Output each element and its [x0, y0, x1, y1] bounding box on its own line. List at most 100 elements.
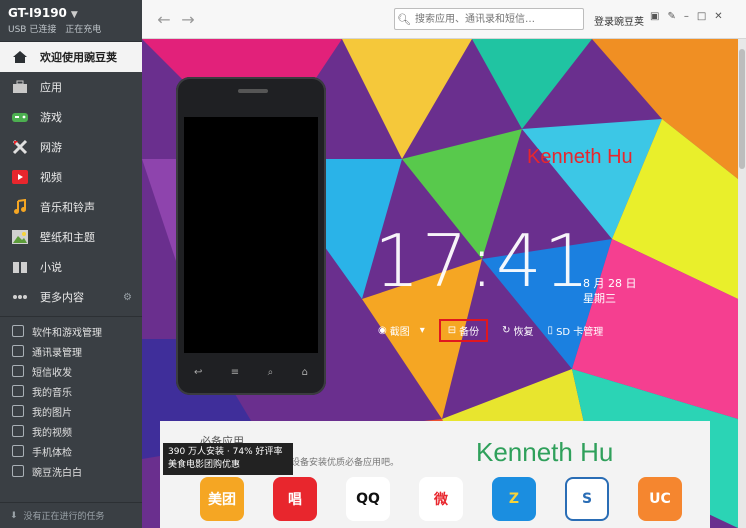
nav-label: 壁纸和主题 [40, 231, 95, 244]
task-status-bar[interactable]: ⬇ 没有正在进行的任务 [0, 502, 142, 528]
nav-item-music[interactable]: 音乐和铃声 [0, 192, 142, 222]
backup-button[interactable]: ⊟ 备份 [438, 319, 489, 342]
sidebar: GT-I9190 ▼ USB 已连接 正在充电 欢迎使用豌豆荚 应用 游戏 网游… [0, 0, 142, 528]
uc-browser-icon[interactable]: UC [638, 477, 682, 521]
app-icon-row: 美团 唱 QQ 微 Z S UC [200, 477, 682, 521]
nav-item-games[interactable]: 游戏 [0, 102, 142, 132]
restore-button[interactable]: ↻ 恢复 [502, 323, 533, 338]
zhangyue-icon[interactable]: Z [492, 477, 536, 521]
maximize-icon[interactable]: □ [697, 11, 706, 22]
tool-item-contacts[interactable]: 通讯录管理 [0, 341, 142, 361]
main-panel: Kenneth Hu 17:41 8 月 28 日 星期三 ↩ ≡ ⌕ ⌂ ◉ 截… [142, 39, 738, 528]
search-input[interactable] [413, 12, 582, 26]
back-key-icon: ↩ [194, 367, 203, 378]
device-name[interactable]: GT-I9190 ▼ [8, 6, 134, 20]
tool-label: 我的图片 [32, 407, 72, 419]
nav-item-more[interactable]: 更多内容 ⚙ [0, 282, 142, 312]
device-status: USB 已连接 正在充电 [8, 22, 134, 35]
sidebar-divider [0, 316, 142, 317]
nav-label: 小说 [40, 261, 62, 274]
nav-label: 更多内容 [40, 291, 84, 304]
scrollbar-thumb[interactable] [739, 49, 745, 169]
lockscreen-clock: 17:41 [374, 219, 592, 303]
lockscreen-date: 8 月 28 日 [583, 277, 637, 290]
tools-list: 软件和游戏管理 通讯录管理 短信收发 我的音乐 我的图片 我的视频 手机体检 豌… [0, 321, 142, 481]
device-header[interactable]: GT-I9190 ▼ USB 已连接 正在充电 [0, 0, 142, 42]
panel-subtitle: 的设备安装优质必备应用吧。 [282, 458, 400, 468]
tool-item-videos[interactable]: 我的视频 [0, 421, 142, 441]
search-box[interactable]: 🔍︎ [394, 8, 584, 30]
message-icon [12, 365, 24, 377]
feedback-icon[interactable]: ▣ [650, 11, 659, 22]
chevron-down-icon[interactable]: ▾ [420, 325, 425, 336]
picture-icon [10, 228, 30, 246]
panel-owner-name: Kenneth Hu [476, 437, 614, 467]
device-actions: ◉ 截图 ▾ ⊟ 备份 ↻ 恢复 ▯ SD 卡管理 [378, 319, 617, 342]
search-key-icon: ⌕ [267, 367, 274, 378]
download-icon: ⬇ [10, 510, 18, 521]
nav-item-welcome[interactable]: 欢迎使用豌豆荚 [0, 42, 142, 72]
wallpaper-owner-name: Kenneth Hu [527, 146, 633, 168]
tool-item-sms[interactable]: 短信收发 [0, 361, 142, 381]
nav-label: 音乐和铃声 [40, 201, 95, 214]
sd-card-button[interactable]: ▯ SD 卡管理 [548, 323, 604, 338]
tasks-label: 没有正在进行的任务 [23, 512, 105, 522]
chevron-down-icon[interactable]: ▼ [71, 10, 78, 20]
phone-preview: ↩ ≡ ⌕ ⌂ [176, 77, 326, 395]
lockscreen-weekday: 星期三 [583, 292, 616, 305]
search-icon: 🔍︎ [397, 12, 411, 26]
main-nav: 欢迎使用豌豆荚 应用 游戏 网游 视频 音乐和铃声 壁纸和主题 小说 更多内容 … [0, 42, 142, 312]
close-icon[interactable]: ✕ [714, 11, 722, 22]
phone-screen [184, 117, 318, 353]
charge-status: 正在充电 [65, 25, 102, 35]
more-dots-icon [10, 288, 30, 306]
forward-arrow-icon[interactable]: → [178, 10, 198, 29]
tool-item-clean[interactable]: 豌豆洗白白 [0, 461, 142, 481]
gear-icon[interactable]: ⚙ [123, 292, 132, 303]
top-toolbar: ← → 🔍︎ 登录豌豆荚 ▣ ✎ – □ ✕ [142, 0, 746, 39]
sd-card-icon: ▯ [547, 325, 554, 336]
wrench-icon[interactable]: ✎ [667, 11, 675, 22]
briefcase-icon [10, 78, 30, 96]
camera-icon: ◉ [378, 325, 387, 336]
home-key-icon: ⌂ [301, 367, 308, 378]
screenshot-button[interactable]: ◉ 截图 ▾ [378, 323, 425, 338]
nav-label: 视频 [40, 171, 62, 184]
tool-item-checkup[interactable]: 手机体检 [0, 441, 142, 461]
tool-item-music[interactable]: 我的音乐 [0, 381, 142, 401]
nav-item-video[interactable]: 视频 [0, 162, 142, 192]
contacts-icon [12, 345, 24, 357]
nav-label: 网游 [40, 141, 62, 154]
login-link[interactable]: 登录豌豆荚 [594, 13, 644, 28]
security-icon[interactable]: S [565, 477, 609, 521]
weibo-icon[interactable]: 微 [419, 477, 463, 521]
tool-label: 通讯录管理 [32, 347, 82, 359]
nav-item-apps[interactable]: 应用 [0, 72, 142, 102]
back-arrow-icon[interactable]: ← [154, 10, 174, 29]
main-scrollbar[interactable] [738, 39, 746, 528]
tool-label: 手机体检 [32, 447, 72, 459]
changba-icon[interactable]: 唱 [273, 477, 317, 521]
essential-apps-panel: 必备应用 的设备安装优质必备应用吧。 Kenneth Hu 390 万人安装 ·… [160, 421, 710, 528]
gamepad-icon [10, 108, 30, 126]
nav-item-online-games[interactable]: 网游 [0, 132, 142, 162]
nav-item-wallpaper[interactable]: 壁纸和主题 [0, 222, 142, 252]
play-icon [10, 168, 30, 186]
tool-label: 我的视频 [32, 427, 72, 439]
phone-keys: ↩ ≡ ⌕ ⌂ [194, 367, 308, 378]
music-note-icon [10, 198, 30, 216]
minimize-icon[interactable]: – [684, 11, 689, 22]
qq-icon[interactable]: QQ [346, 477, 390, 521]
restore-icon: ↻ [502, 325, 511, 336]
tool-item-pictures[interactable]: 我的图片 [0, 401, 142, 421]
menu-key-icon: ≡ [230, 367, 240, 378]
tool-label: 软件和游戏管理 [32, 327, 102, 339]
nav-label: 游戏 [40, 111, 62, 124]
swords-icon [10, 138, 30, 156]
music-note-icon [12, 385, 24, 397]
nav-item-novels[interactable]: 小说 [0, 252, 142, 282]
tool-item-apps-manage[interactable]: 软件和游戏管理 [0, 321, 142, 341]
picture-icon [12, 405, 24, 417]
tool-label: 豌豆洗白白 [32, 467, 82, 479]
meituan-icon[interactable]: 美团 [200, 477, 244, 521]
